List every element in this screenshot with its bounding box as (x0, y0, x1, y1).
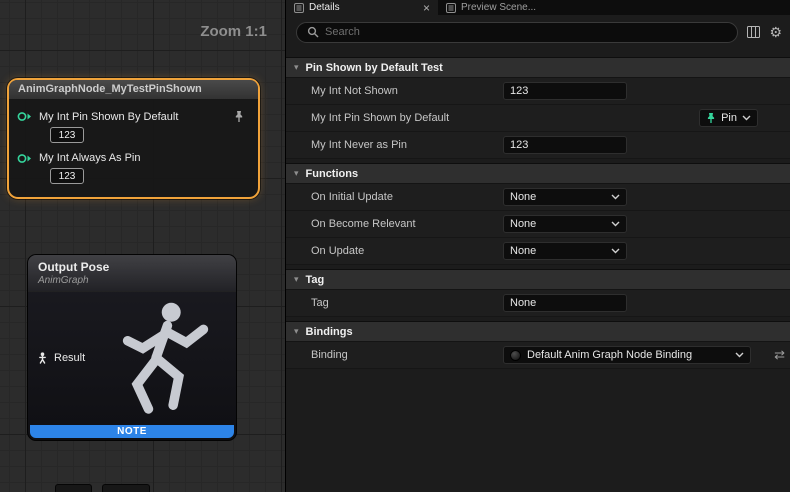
property-row: Tag (286, 290, 790, 317)
property-label: My Int Pin Shown by Default (311, 112, 503, 124)
chevron-down-icon: ▾ (294, 326, 299, 337)
details-toolbar: ⚙ (286, 15, 790, 49)
section-tag: ▾ Tag Tag (286, 269, 790, 317)
on-become-relevant-dropdown[interactable]: None (503, 215, 627, 233)
pin-visibility-dropdown[interactable]: Pin (699, 109, 758, 127)
chevron-down-icon: ▾ (294, 62, 299, 73)
mannequin-image (82, 299, 232, 427)
zoom-level-label: Zoom 1:1 (200, 23, 267, 40)
result-pin[interactable]: Result (37, 352, 85, 364)
property-row: Binding Default Anim Graph Node Binding … (286, 342, 790, 369)
unreal-editor-window: Zoom 1:1 AnimGraphNode_MyTestPinShown My… (0, 0, 790, 492)
section-header[interactable]: ▾ Bindings (286, 321, 790, 342)
pin-icon (706, 112, 716, 124)
chevron-down-icon: ▾ (294, 168, 299, 179)
property-row: On Become Relevant None (286, 211, 790, 238)
gear-icon[interactable]: ⚙ (769, 25, 782, 39)
section-title: Tag (306, 274, 325, 286)
search-box[interactable] (296, 22, 738, 43)
node-output-pose[interactable]: Output Pose AnimGraph Result (27, 254, 237, 441)
note-banner[interactable]: NOTE (30, 425, 234, 438)
my-int-not-shown-input[interactable] (503, 82, 627, 100)
node-body: My Int Pin Shown By Default 123 My Int A… (9, 100, 258, 197)
chevron-down-icon (611, 194, 620, 200)
node-title[interactable]: AnimGraphNode_MyTestPinShown (9, 80, 258, 100)
on-initial-update-dropdown[interactable]: None (503, 188, 627, 206)
pin-label: My Int Pin Shown By Default (39, 111, 178, 123)
section-title: Bindings (306, 326, 353, 338)
int-pin-icon[interactable] (17, 153, 32, 164)
details-tab-bar: Details × Preview Scene... (286, 0, 790, 15)
close-icon[interactable]: × (423, 3, 430, 13)
details-panel: Details × Preview Scene... (285, 0, 790, 492)
node-subtitle: AnimGraph (38, 275, 226, 286)
chevron-down-icon (735, 352, 744, 358)
tab-details[interactable]: Details × (286, 0, 438, 15)
chevron-down-icon: ▾ (294, 274, 299, 285)
result-pin-label: Result (54, 352, 85, 364)
pin-row: My Int Always As Pin (17, 152, 250, 164)
offscreen-node-stub[interactable] (102, 484, 150, 492)
section-functions: ▾ Functions On Initial Update None (286, 163, 790, 265)
pin-value-field[interactable]: 123 (50, 168, 84, 184)
property-matrix-icon[interactable] (747, 26, 760, 38)
property-row: My Int Never as Pin (286, 132, 790, 159)
pose-pin-icon (37, 352, 48, 364)
dropdown-value: Pin (721, 112, 737, 124)
binding-dropdown[interactable]: Default Anim Graph Node Binding (503, 346, 751, 364)
chevron-down-icon (611, 248, 620, 254)
my-int-never-as-pin-input[interactable] (503, 136, 627, 154)
pin-row: My Int Pin Shown By Default (17, 110, 250, 123)
pin-label: My Int Always As Pin (39, 152, 140, 164)
swap-arrows-icon[interactable]: ⇄ (774, 347, 785, 363)
on-update-dropdown[interactable]: None (503, 242, 627, 260)
property-row: On Update None (286, 238, 790, 265)
chevron-down-icon (611, 221, 620, 227)
node-title: Output Pose (38, 260, 226, 274)
tag-input[interactable] (503, 294, 627, 312)
search-icon (307, 26, 319, 38)
dropdown-value: None (510, 191, 536, 203)
dropdown-value: None (510, 245, 536, 257)
section-header[interactable]: ▾ Tag (286, 269, 790, 290)
offscreen-node-stub[interactable] (55, 484, 92, 492)
section-bindings: ▾ Bindings Binding Default Anim Graph No… (286, 321, 790, 369)
section-header[interactable]: ▾ Functions (286, 163, 790, 184)
property-label: On Initial Update (311, 191, 503, 203)
dropdown-value: None (510, 218, 536, 230)
property-label: On Update (311, 245, 503, 257)
anim-graph-canvas[interactable]: Zoom 1:1 AnimGraphNode_MyTestPinShown My… (0, 0, 285, 492)
tab-label: Details (309, 2, 340, 13)
property-label: My Int Not Shown (311, 85, 503, 97)
property-list: ▾ Pin Shown by Default Test My Int Not S… (286, 57, 790, 369)
property-row: My Int Not Shown (286, 78, 790, 105)
node-animgraphnode-mytestpinshown[interactable]: AnimGraphNode_MyTestPinShown My Int Pin … (7, 78, 260, 199)
section-title: Pin Shown by Default Test (306, 62, 443, 74)
tab-label: Preview Scene... (461, 2, 536, 13)
tab-preview-scene[interactable]: Preview Scene... (438, 0, 544, 15)
preview-scene-tab-icon (446, 3, 456, 13)
chevron-down-icon (742, 115, 751, 121)
details-tab-icon (294, 3, 304, 13)
property-label: Tag (311, 297, 503, 309)
section-title: Functions (306, 168, 359, 180)
node-header[interactable]: Output Pose AnimGraph (28, 255, 236, 292)
pushpin-icon[interactable] (233, 110, 245, 123)
pin-value-field[interactable]: 123 (50, 127, 84, 143)
section-header[interactable]: ▾ Pin Shown by Default Test (286, 57, 790, 78)
search-input[interactable] (325, 26, 727, 38)
property-row: On Initial Update None (286, 184, 790, 211)
int-pin-icon[interactable] (17, 111, 32, 122)
property-row: My Int Pin Shown by Default Pin (286, 105, 790, 132)
binding-class-icon (510, 350, 521, 361)
property-label: On Become Relevant (311, 218, 503, 230)
dropdown-value: Default Anim Graph Node Binding (527, 349, 692, 361)
property-label: Binding (311, 349, 503, 361)
property-label: My Int Never as Pin (311, 139, 503, 151)
section-pin-shown-by-default-test: ▾ Pin Shown by Default Test My Int Not S… (286, 57, 790, 159)
